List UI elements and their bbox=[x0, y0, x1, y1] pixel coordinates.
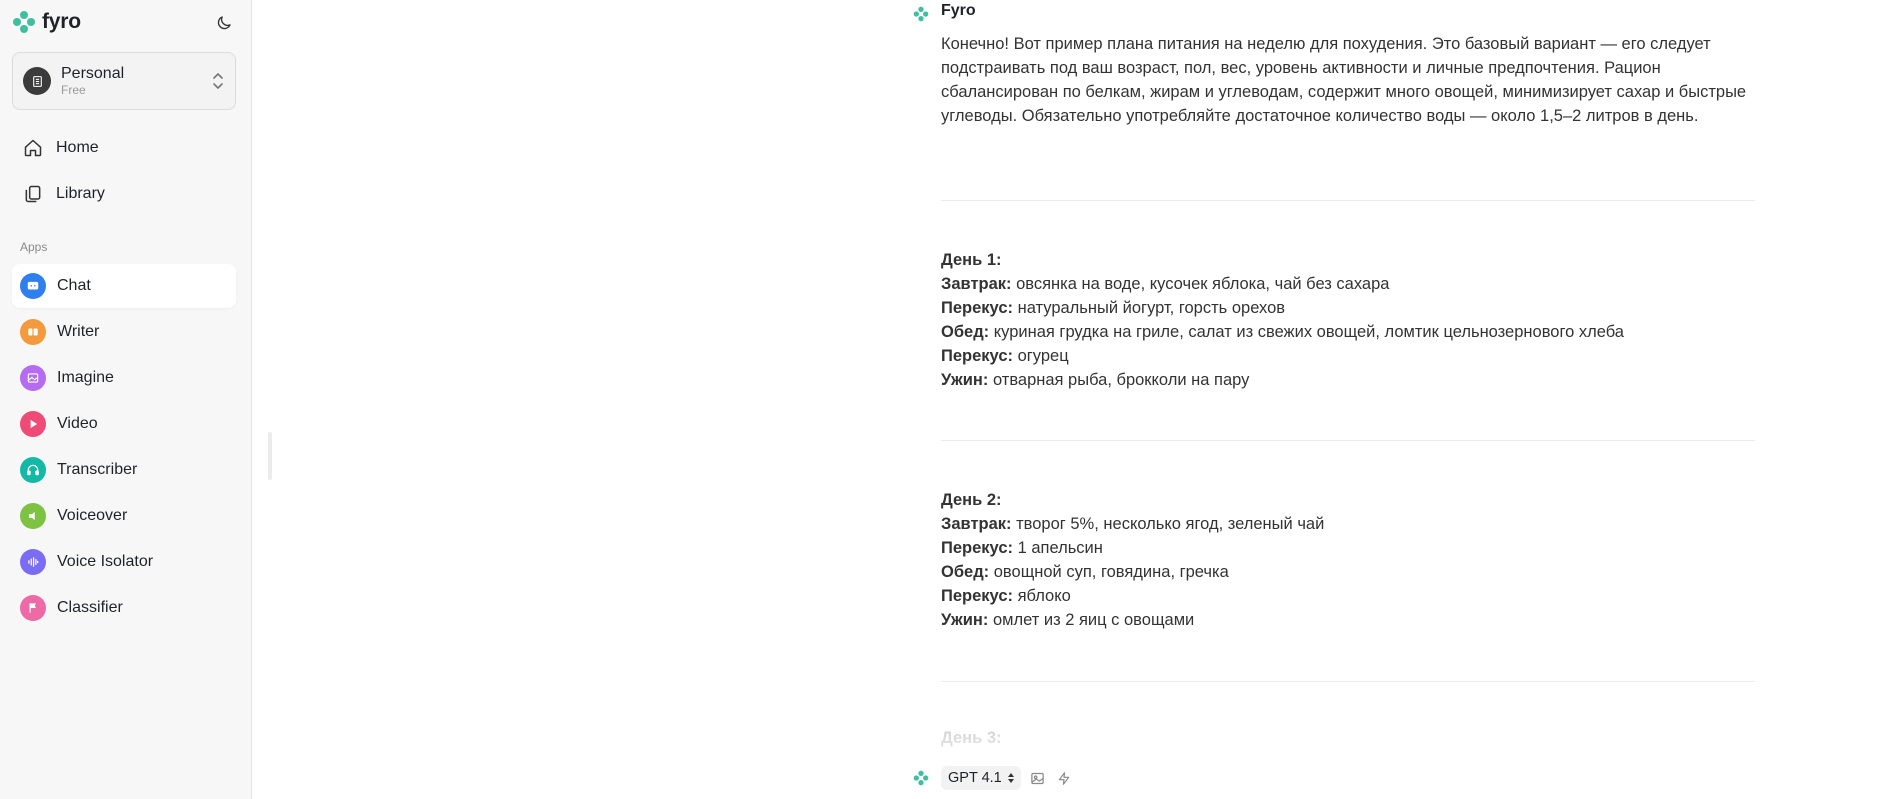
meal-label: Ужин: bbox=[941, 371, 989, 389]
meal-line: Перекус: натуральный йогурт, горсть орех… bbox=[941, 296, 1753, 320]
meal-text: омлет из 2 яиц с овощами bbox=[988, 611, 1195, 629]
workspace-plan: Free bbox=[61, 83, 86, 97]
day-title-faded: День 3: bbox=[941, 729, 1002, 747]
day-title: День 1: bbox=[941, 251, 1002, 269]
meal-line: Завтрак: творог 5%, несколько ягод, зеле… bbox=[941, 512, 1753, 536]
meal-label: Перекус: bbox=[941, 299, 1013, 317]
workspace-avatar bbox=[23, 67, 51, 95]
meal-line: Обед: куриная грудка на гриле, салат из … bbox=[941, 320, 1753, 344]
meal-line: Ужин: отварная рыба, брокколи на пару bbox=[941, 368, 1753, 392]
app-label: Transcriber bbox=[57, 461, 138, 478]
message-intro: Конечно! Вот пример плана питания на нед… bbox=[941, 35, 1747, 125]
meal-label: Завтрак: bbox=[941, 515, 1012, 533]
message-author: Fyro bbox=[941, 2, 976, 19]
image-icon bbox=[1031, 772, 1044, 784]
meal-text: куриная грудка на гриле, салат из свежих… bbox=[989, 323, 1624, 341]
sidebar: fyro Personal Free Home Library Apps Cha… bbox=[0, 0, 252, 799]
moon-icon bbox=[217, 16, 231, 30]
meal-line: Обед: овощной суп, говядина, гречка bbox=[941, 560, 1753, 584]
meal-text: творог 5%, несколько ягод, зеленый чай bbox=[1011, 515, 1325, 533]
app-classifier[interactable]: Classifier bbox=[12, 586, 236, 630]
meal-label: Обед: bbox=[941, 563, 990, 581]
app-label: Classifier bbox=[57, 599, 123, 616]
app-voiceover[interactable]: Voiceover bbox=[12, 494, 236, 538]
meal-line: Перекус: огурец bbox=[941, 344, 1753, 368]
lightning-icon bbox=[1058, 771, 1069, 785]
app-transcriber[interactable]: Transcriber bbox=[12, 448, 236, 492]
model-name: GPT 4.1 bbox=[948, 770, 1002, 786]
day-title: День 2: bbox=[941, 491, 1002, 509]
library-icon bbox=[22, 183, 44, 205]
meal-text: отварная рыба, брокколи на пару bbox=[988, 371, 1250, 389]
home-icon bbox=[22, 137, 44, 159]
scroll-fade bbox=[893, 700, 1793, 760]
chat-main: Fyro Конечно! Вот пример плана питания н… bbox=[253, 0, 1893, 799]
building-icon bbox=[32, 75, 42, 87]
app-voice-isolator[interactable]: Voice Isolator bbox=[12, 540, 236, 584]
meal-text: 1 апельсин bbox=[1013, 539, 1103, 557]
brand-name: fyro bbox=[42, 10, 81, 33]
composer-toolbar: GPT 4.1 bbox=[913, 766, 1073, 790]
meal-line: Перекус: 1 апельсин bbox=[941, 536, 1753, 560]
app-imagine[interactable]: Imagine bbox=[12, 356, 236, 400]
model-select[interactable]: GPT 4.1 bbox=[941, 766, 1021, 790]
brand[interactable]: fyro bbox=[12, 10, 81, 34]
app-video[interactable]: Video bbox=[12, 402, 236, 446]
chevron-updown-icon bbox=[213, 73, 223, 89]
nav-library[interactable]: Library bbox=[12, 174, 236, 214]
day-plan-1: День 1: Завтрак: овсянка на воде, кусоче… bbox=[941, 248, 1753, 392]
meal-label: Перекус: bbox=[941, 539, 1013, 557]
meal-line: Ужин: омлет из 2 яиц с овощами bbox=[941, 608, 1753, 632]
meal-label: Завтрак: bbox=[941, 275, 1012, 293]
headphones-icon bbox=[20, 457, 46, 483]
divider bbox=[941, 440, 1755, 441]
fyro-logo-icon bbox=[13, 11, 35, 33]
app-label: Voiceover bbox=[57, 507, 128, 524]
app-label: Voice Isolator bbox=[57, 553, 154, 570]
app-writer[interactable]: Writer bbox=[12, 310, 236, 354]
meal-text: яблоко bbox=[1013, 587, 1071, 605]
workspace-name: Personal bbox=[61, 65, 125, 82]
flag-icon bbox=[20, 595, 46, 621]
meal-label: Перекус: bbox=[941, 587, 1013, 605]
app-label: Chat bbox=[57, 277, 91, 294]
app-label: Video bbox=[57, 415, 98, 432]
meal-text: овсянка на воде, кусочек яблока, чай без… bbox=[1011, 275, 1390, 293]
play-icon bbox=[20, 411, 46, 437]
image-tool-button[interactable] bbox=[1029, 769, 1047, 787]
waveform-icon bbox=[20, 549, 46, 575]
divider bbox=[941, 681, 1755, 682]
app-chat[interactable]: Chat bbox=[12, 264, 236, 308]
meal-label: Перекус: bbox=[941, 347, 1013, 365]
chevron-updown-icon bbox=[1007, 773, 1014, 783]
theme-toggle-button[interactable] bbox=[212, 11, 236, 35]
app-label: Imagine bbox=[57, 369, 114, 386]
fyro-logo-icon bbox=[913, 770, 929, 786]
divider bbox=[941, 200, 1755, 201]
apps-section-label: Apps bbox=[20, 240, 48, 254]
meal-text: овощной суп, говядина, гречка bbox=[989, 563, 1229, 581]
meal-label: Обед: bbox=[941, 323, 990, 341]
meal-text: огурец bbox=[1013, 347, 1069, 365]
nav-home[interactable]: Home bbox=[12, 128, 236, 168]
nav-home-label: Home bbox=[56, 139, 99, 156]
workspace-switcher[interactable]: Personal Free bbox=[12, 52, 236, 110]
meal-line: Завтрак: овсянка на воде, кусочек яблока… bbox=[941, 272, 1753, 296]
meal-text: натуральный йогурт, горсть орехов bbox=[1013, 299, 1286, 317]
image-icon bbox=[20, 365, 46, 391]
fast-mode-button[interactable] bbox=[1055, 769, 1073, 787]
nav-library-label: Library bbox=[56, 185, 105, 202]
writer-icon bbox=[20, 319, 46, 345]
fyro-avatar-icon bbox=[913, 6, 929, 22]
chat-icon bbox=[20, 273, 46, 299]
meal-label: Ужин: bbox=[941, 611, 989, 629]
app-label: Writer bbox=[57, 323, 100, 340]
speaker-icon bbox=[20, 503, 46, 529]
day-plan-2: День 2: Завтрак: творог 5%, несколько яг… bbox=[941, 488, 1753, 632]
meal-line: Перекус: яблоко bbox=[941, 584, 1753, 608]
